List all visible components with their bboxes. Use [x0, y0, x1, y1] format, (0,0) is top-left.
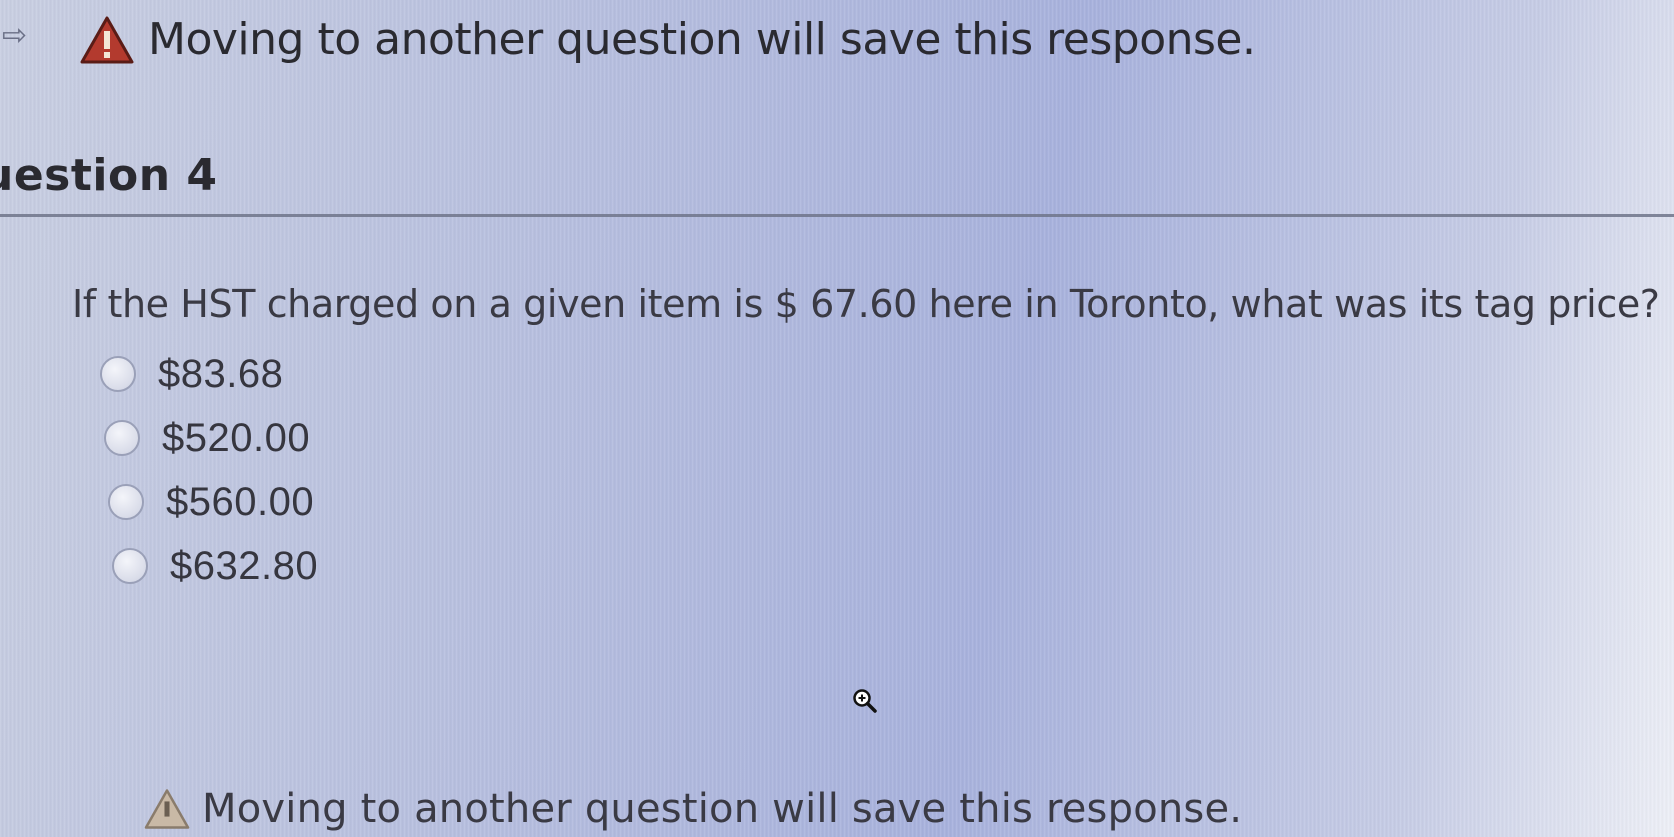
zoom-cursor-icon [853, 689, 877, 713]
footer-warning-text: Moving to another question will save thi… [202, 786, 1243, 832]
footer-save-warning: Moving to another question will save thi… [144, 786, 1242, 832]
save-warning-text: Moving to another question will save thi… [148, 14, 1256, 65]
radio-button-icon[interactable] [108, 484, 144, 520]
radio-button-icon[interactable] [104, 420, 140, 456]
radio-button-icon[interactable] [100, 356, 136, 392]
answer-option-label[interactable]: $83.68 [158, 352, 283, 397]
answer-option-4[interactable]: $632.80 [112, 534, 318, 598]
answer-option-1[interactable]: $83.68 [100, 342, 318, 406]
question-divider [0, 214, 1674, 217]
answer-option-label[interactable]: $520.00 [162, 416, 310, 461]
radio-button-icon[interactable] [112, 548, 148, 584]
question-title: uestion 4 [0, 150, 218, 201]
answer-options: $83.68 $520.00 $560.00 $632.80 [100, 342, 318, 598]
question-text: If the HST charged on a given item is $ … [72, 282, 1660, 326]
answer-option-2[interactable]: $520.00 [104, 406, 318, 470]
warning-triangle-icon [144, 789, 190, 829]
answer-option-3[interactable]: $560.00 [108, 470, 318, 534]
answer-option-label[interactable]: $632.80 [170, 544, 318, 589]
save-warning-banner: Moving to another question will save thi… [80, 14, 1256, 65]
warning-triangle-icon [80, 16, 134, 63]
question-nav-arrow-icon[interactable]: ⇨ [2, 18, 38, 54]
answer-option-label[interactable]: $560.00 [166, 480, 314, 525]
